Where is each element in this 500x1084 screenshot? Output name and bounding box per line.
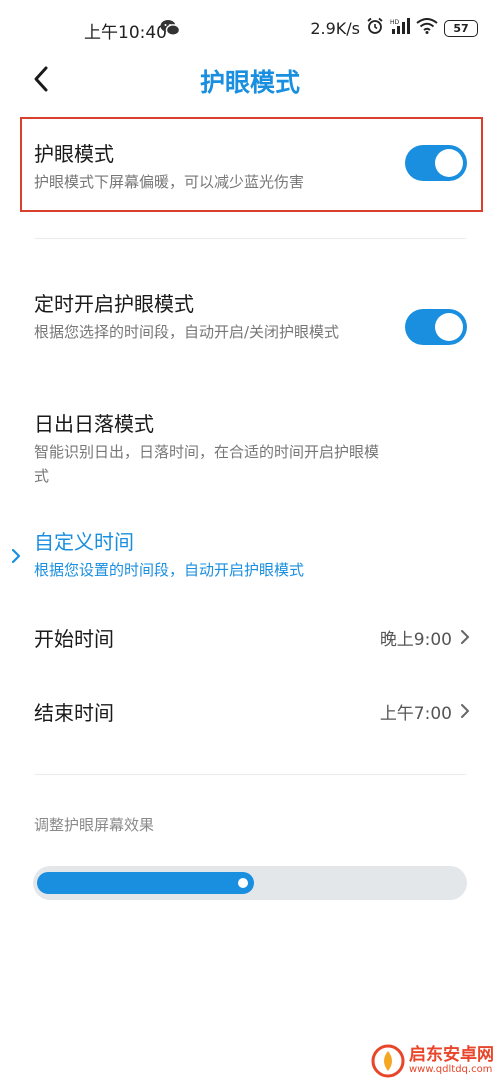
schedule-title: 定时开启护眼模式 — [34, 292, 194, 316]
custom-time-subtitle: 根据您设置的时间段，自动开启护眼模式 — [34, 561, 305, 579]
status-bar: 上午10:40 2.9K/s HD 57 — [0, 0, 500, 56]
divider — [34, 774, 466, 775]
sunrise-sunset-row[interactable]: 日出日落模式 智能识别日出，日落时间，在合适的时间开启护眼模式 — [34, 410, 466, 488]
end-time-row[interactable]: 结束时间 上午7:00 — [34, 691, 470, 731]
end-time-label: 结束时间 — [34, 700, 114, 725]
slider-fill — [37, 872, 254, 894]
chevron-right-icon — [461, 704, 469, 718]
toggle-knob — [435, 313, 463, 341]
end-time-value-group: 上午7:00 — [380, 699, 470, 724]
schedule-toggle[interactable] — [405, 309, 467, 345]
toggle-knob — [435, 149, 463, 177]
eye-mode-subtitle: 护眼模式下屏幕偏暖，可以减少蓝光伤害 — [34, 173, 305, 191]
schedule-subtitle: 根据您选择的时间段，自动开启/关闭护眼模式 — [34, 323, 340, 341]
chevron-right-icon — [461, 630, 469, 644]
watermark-name: 启东安卓网 — [409, 1044, 494, 1065]
eye-mode-title: 护眼模式 — [34, 142, 114, 166]
status-indicators: 2.9K/s HD 57 — [310, 17, 478, 39]
start-time-row[interactable]: 开始时间 晚上9:00 — [34, 617, 470, 657]
chevron-right-icon — [10, 548, 22, 568]
page-title: 护眼模式 — [199, 68, 300, 97]
sunrise-sunset-title: 日出日落模式 — [34, 412, 154, 436]
svg-text:HD: HD — [390, 19, 400, 26]
custom-time-title: 自定义时间 — [34, 530, 134, 554]
effect-slider[interactable] — [33, 866, 467, 900]
signal-icon: HD — [390, 18, 410, 38]
alarm-icon — [366, 17, 384, 39]
site-watermark: 启东安卓网 www.qdltdq.com — [371, 1044, 494, 1078]
battery-indicator: 57 — [444, 19, 478, 37]
start-time-value-group: 晚上9:00 — [380, 625, 470, 650]
schedule-row[interactable]: 定时开启护眼模式 根据您选择的时间段，自动开启/关闭护眼模式 — [34, 290, 466, 344]
effect-caption: 调整护眼屏幕效果 — [34, 816, 155, 834]
network-speed: 2.9K/s — [310, 18, 360, 38]
slider-thumb[interactable] — [238, 878, 248, 888]
sunrise-sunset-subtitle: 智能识别日出，日落时间，在合适的时间开启护眼模式 — [34, 443, 380, 485]
wifi-icon — [416, 18, 438, 38]
start-time-label: 开始时间 — [34, 626, 114, 651]
wechat-notification-icon — [160, 19, 181, 41]
status-time: 上午10:40 — [84, 23, 167, 43]
custom-time-row[interactable]: 自定义时间 根据您设置的时间段，自动开启护眼模式 — [34, 528, 466, 582]
end-time-value: 上午7:00 — [379, 703, 452, 724]
eye-protection-settings-page: 上午10:40 2.9K/s HD 57 护眼模式 护眼模式 护眼模式下屏幕偏暖… — [0, 0, 500, 1084]
start-time-value: 晚上9:00 — [379, 629, 452, 650]
watermark-url: www.qdltdq.com — [409, 1063, 493, 1075]
divider — [34, 238, 466, 239]
eye-mode-toggle[interactable] — [405, 145, 467, 181]
watermark-logo-icon — [371, 1044, 405, 1078]
eye-mode-row[interactable]: 护眼模式 护眼模式下屏幕偏暖，可以减少蓝光伤害 — [34, 140, 466, 194]
